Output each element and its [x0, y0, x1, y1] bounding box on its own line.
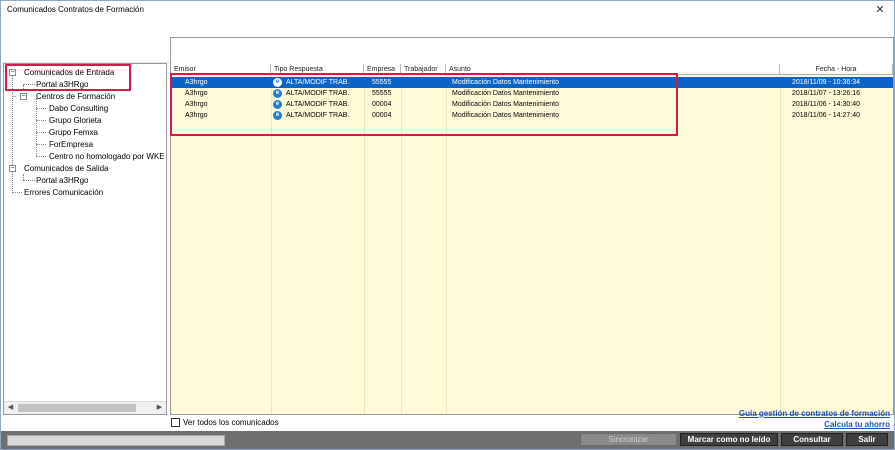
tree-view: − Comunicados de Entrada Portal a3HRgo −… — [4, 64, 166, 402]
window-title: Comunicados Contratos de Formación — [7, 5, 144, 14]
grid-line — [780, 75, 781, 414]
sync-button[interactable]: Sincronizar — [580, 433, 677, 446]
tree-horizontal-scrollbar[interactable]: ◀ ▶ — [4, 401, 166, 414]
savings-link[interactable]: Calcula tu ahorro — [824, 420, 890, 429]
table-row[interactable]: A3hrgo e ALTA/MODIF TRAB. 00004 Modifica… — [171, 99, 893, 110]
cell-asunto: Modificación Datos Mantenimiento — [452, 90, 559, 97]
cell-tipo-respuesta: ALTA/MODIF TRAB. — [286, 90, 350, 97]
tree-connector — [23, 85, 24, 91]
messages-list: Emisor Tipo Respuesta Empresa Trabajador… — [170, 37, 894, 415]
ver-todos-checkbox[interactable] — [171, 418, 180, 427]
guide-link[interactable]: Guía gestión de contratos de formación — [739, 409, 890, 418]
cell-emisor: A3hrgo — [185, 112, 208, 119]
cell-asunto: Modificación Datos Mantenimiento — [452, 112, 559, 119]
cell-empresa: 00004 — [372, 101, 392, 108]
tree-item-portal-a3hrgo-entrada[interactable]: Portal a3HRgo — [36, 80, 88, 89]
tree-item-centros-formacion[interactable]: Centros de Formación — [36, 92, 115, 101]
cell-emisor: A3hrgo — [185, 101, 208, 108]
column-header-empresa[interactable]: Empresa — [364, 64, 401, 75]
column-header-fecha-hora[interactable]: Fecha - Hora — [780, 64, 893, 75]
tree-connector — [36, 156, 46, 157]
cell-fecha-hora: 2018/11/06 - 14:30:40 — [792, 101, 860, 108]
tree-item-errores-comunicacion[interactable]: Errores Comunicación — [24, 188, 103, 197]
collapse-icon[interactable]: − — [20, 93, 27, 100]
cell-emisor: A3hrgo — [185, 79, 208, 86]
column-header-tipo-respuesta[interactable]: Tipo Respuesta — [271, 64, 364, 75]
tree-connector — [12, 192, 22, 193]
close-icon[interactable]: ✕ — [872, 3, 888, 17]
title-bar: Comunicados Contratos de Formación ✕ — [1, 1, 894, 19]
cell-fecha-hora: 2018/11/07 - 13:26:16 — [792, 90, 860, 97]
tree-item-grupo-femxa[interactable]: Grupo Femxa — [49, 128, 98, 137]
tree-connector — [12, 73, 13, 193]
tree-connector — [23, 180, 35, 181]
cell-asunto: Modificación Datos Mantenimiento — [452, 101, 559, 108]
cell-asunto: Modificación Datos Mantenimiento — [452, 79, 559, 86]
collapse-icon[interactable]: − — [9, 69, 16, 76]
column-header-trabajador[interactable]: Trabajador — [401, 64, 446, 75]
ver-todos-label[interactable]: Ver todos los comunicados — [183, 418, 279, 427]
ie-response-icon: e — [273, 111, 282, 120]
tree-connector — [36, 120, 46, 121]
table-row[interactable]: A3hrgo e ALTA/MODIF TRAB. 55555 Modifica… — [171, 88, 893, 99]
grid-line — [446, 75, 447, 414]
tree-connector — [23, 84, 35, 85]
cell-tipo-respuesta: ALTA/MODIF TRAB. — [286, 112, 350, 119]
footer: Ver todos los comunicados Guía gestión d… — [1, 409, 894, 431]
column-header-emisor[interactable]: Emisor — [171, 64, 271, 75]
scroll-thumb[interactable] — [18, 404, 136, 412]
tree-item-centro-no-homologado[interactable]: Centro no homologado por WKE — [49, 152, 165, 161]
scroll-right-icon[interactable]: ▶ — [153, 402, 166, 414]
scroll-left-icon[interactable]: ◀ — [4, 402, 17, 414]
tree-connector — [36, 132, 46, 133]
tree-connector — [36, 98, 37, 156]
cell-tipo-respuesta: ALTA/MODIF TRAB. — [286, 79, 350, 86]
ie-response-icon: e — [273, 100, 282, 109]
mark-unread-button[interactable]: Marcar como no leído — [680, 433, 778, 446]
grid-line — [271, 75, 272, 414]
list-header: Emisor Tipo Respuesta Empresa Trabajador… — [171, 64, 893, 75]
tree-connector — [12, 96, 16, 97]
cell-empresa: 55555 — [372, 79, 392, 86]
table-row[interactable]: A3hrgo e ALTA/MODIF TRAB. 00004 Modifica… — [171, 110, 893, 121]
cell-fecha-hora: 2018/11/06 - 14:27:40 — [792, 112, 860, 119]
exit-button[interactable]: Salir — [846, 433, 888, 446]
cell-fecha-hora: 2018/11/09 - 10:36:34 — [792, 79, 860, 86]
tree-item-comunicados-salida[interactable]: Comunicados de Salida — [24, 164, 109, 173]
tree-panel: − Comunicados de Entrada Portal a3HRgo −… — [3, 63, 167, 415]
tree-item-portal-a3hrgo-salida[interactable]: Portal a3HRgo — [36, 176, 88, 185]
tree-item-comunicados-entrada[interactable]: Comunicados de Entrada — [24, 68, 114, 77]
column-header-asunto[interactable]: Asunto — [446, 64, 780, 75]
collapse-icon[interactable]: − — [9, 165, 16, 172]
tree-item-forempresa[interactable]: ForEmpresa — [49, 140, 93, 149]
grid-line — [401, 75, 402, 414]
cell-empresa: 00004 — [372, 112, 392, 119]
progress-bar — [7, 435, 225, 446]
grid-line — [364, 75, 365, 414]
tree-item-dabo-consulting[interactable]: Dabo Consulting — [49, 104, 108, 113]
table-row[interactable]: A3hrgo e ALTA/MODIF TRAB. 55555 Modifica… — [171, 77, 893, 88]
tree-connector — [36, 144, 46, 145]
cell-tipo-respuesta: ALTA/MODIF TRAB. — [286, 101, 350, 108]
app-window: Comunicados Contratos de Formación ✕ − C… — [0, 0, 895, 450]
ie-response-icon: e — [273, 89, 282, 98]
tree-connector — [36, 108, 46, 109]
cell-empresa: 55555 — [372, 90, 392, 97]
cell-emisor: A3hrgo — [185, 90, 208, 97]
status-bar: Sincronizar Marcar como no leído Consult… — [1, 431, 894, 449]
consult-button[interactable]: Consultar — [781, 433, 843, 446]
tree-item-grupo-glorieta[interactable]: Grupo Glorieta — [49, 116, 101, 125]
list-top-area — [171, 38, 893, 64]
ie-response-icon: e — [273, 78, 282, 87]
